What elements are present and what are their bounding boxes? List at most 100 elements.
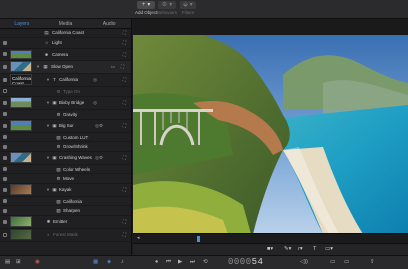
timeline-icon[interactable]: ▦: [93, 259, 98, 265]
play-icon[interactable]: ▶: [178, 259, 182, 265]
record-button[interactable]: ●: [155, 259, 158, 265]
lock-icon[interactable]: ⛶: [123, 219, 126, 224]
behaviors-button[interactable]: ⚙ ▾ Behaviors: [157, 1, 177, 16]
layer-row[interactable]: ⚙ Grow/Shrink: [0, 142, 131, 152]
filters-button[interactable]: ⬙ ▾ Filters: [180, 1, 196, 16]
audio-icon[interactable]: ♪: [121, 259, 124, 265]
layer-row[interactable]: ▨ California: [0, 197, 131, 207]
layer-checkbox[interactable]: [3, 155, 7, 160]
lock-icon[interactable]: ⛶: [123, 77, 126, 82]
lock-icon[interactable]: ⛶: [123, 52, 126, 57]
lock-icon[interactable]: ⛶: [123, 123, 126, 128]
layer-checkbox[interactable]: [3, 232, 7, 237]
mini-timeline[interactable]: ◂: [133, 233, 408, 243]
layer-row[interactable]: ⚙ Type On: [0, 87, 131, 97]
layer-view-icon[interactable]: ▤: [5, 259, 10, 265]
audio-mute-icon[interactable]: ◁)): [300, 259, 308, 265]
layer-checkbox[interactable]: [3, 135, 7, 140]
layer-checkbox[interactable]: [3, 64, 7, 69]
add-object-button[interactable]: + ▾ Add Object: [135, 1, 157, 16]
disclosure-triangle-icon[interactable]: ▼: [46, 123, 50, 128]
image-icon: ▣: [52, 155, 57, 161]
layer-checkbox[interactable]: [3, 144, 7, 149]
layer-row[interactable]: ◐ Forest Mask ⛶: [0, 229, 131, 242]
timecode-display[interactable]: 000054: [228, 257, 263, 268]
layer-checkbox[interactable]: [3, 176, 7, 181]
text-tool-icon[interactable]: T: [313, 246, 316, 252]
layer-checkbox[interactable]: [3, 100, 7, 105]
disclosure-triangle-icon[interactable]: ▼: [46, 100, 50, 105]
layer-checkbox[interactable]: [3, 52, 7, 57]
disclosure-triangle-icon[interactable]: ▼: [46, 77, 50, 82]
layer-row[interactable]: ▨ Sharpen: [0, 206, 131, 216]
loop-icon[interactable]: ⟲: [203, 259, 208, 265]
layer-thumbnail: [10, 120, 32, 132]
layer-checkbox[interactable]: [3, 40, 7, 45]
record-icon[interactable]: ◉: [35, 259, 40, 265]
project-icon: ▤: [44, 30, 49, 36]
layer-row[interactable]: ▼ ▣ Big Sur ◎⚙ ⛶: [0, 120, 131, 133]
lock-icon[interactable]: ⛶: [123, 232, 126, 237]
canvas-image[interactable]: [133, 35, 408, 234]
lock-icon[interactable]: ⛶: [121, 64, 124, 69]
layer-row[interactable]: ☼ Light ⛶: [0, 38, 131, 49]
add-object-label: Add Object: [135, 10, 158, 15]
filter-icon: ▨: [56, 166, 61, 172]
paint-tool-icon[interactable]: ɾ▾: [298, 246, 303, 252]
layer-row[interactable]: ▼ ▣ Crashing Waves ◎⚙ ⛶: [0, 152, 131, 165]
lock-icon[interactable]: ⛶: [123, 155, 126, 160]
layer-row[interactable]: California Coast ▼ T California ◎ ⛶: [0, 74, 131, 87]
lock-icon[interactable]: ⛶: [123, 100, 126, 105]
layer-options-icon[interactable]: ▭: [111, 64, 115, 70]
go-to-start-icon[interactable]: ⏮: [166, 259, 171, 266]
layer-checkbox[interactable]: [3, 123, 7, 128]
layer-checkbox[interactable]: [3, 219, 7, 224]
layer-checkbox[interactable]: [3, 208, 7, 213]
effect-indicator-icon[interactable]: ◎⚙: [95, 155, 103, 161]
layer-thumbnail: [10, 229, 32, 241]
layer-checkbox[interactable]: [3, 187, 7, 192]
disclosure-triangle-icon[interactable]: ▼: [46, 187, 50, 192]
view-options-icon-2[interactable]: ▭: [344, 259, 349, 265]
go-to-end-icon[interactable]: ⏭: [190, 259, 195, 266]
share-icon[interactable]: ⇪: [370, 259, 375, 265]
view-options-icon[interactable]: ▭: [330, 259, 335, 265]
disclosure-triangle-icon[interactable]: ▼: [36, 64, 40, 69]
in-point-icon[interactable]: ◂: [137, 235, 140, 241]
disclosure-triangle-icon[interactable]: ▼: [46, 155, 50, 160]
layer-checkbox[interactable]: [3, 112, 7, 117]
pen-tool-icon[interactable]: ✎▾: [284, 246, 291, 252]
layer-row[interactable]: ■ Camera ⛶: [0, 49, 131, 61]
lock-icon[interactable]: ⛶: [123, 40, 126, 45]
layer-thumbnail: [10, 49, 32, 59]
keyframe-icon[interactable]: ◈: [107, 259, 111, 265]
effect-indicator-icon[interactable]: ◎: [93, 100, 97, 106]
effect-indicator-icon[interactable]: ◎⚙: [95, 123, 103, 129]
layer-checkbox[interactable]: [3, 167, 7, 172]
mask-tool-icon[interactable]: ▭▾: [325, 246, 333, 252]
effect-indicator-icon[interactable]: ◎: [93, 77, 97, 83]
tab-audio[interactable]: Audio: [87, 19, 131, 28]
shape-tool-icon[interactable]: ■▾: [267, 246, 273, 252]
layer-checkbox[interactable]: [3, 199, 7, 204]
layer-row[interactable]: ▼ ▦ Slow Open ⛶ ▭: [0, 60, 131, 74]
grid-icon[interactable]: ⊞: [16, 259, 21, 265]
layer-row[interactable]: ▨ Color Wheels: [0, 165, 131, 175]
layer-row[interactable]: ⚙ Gravity: [0, 110, 131, 120]
layer-checkbox[interactable]: [3, 77, 7, 82]
layer-row[interactable]: ▼ ▣ Kayak ⛶: [0, 184, 131, 197]
playhead[interactable]: [197, 236, 200, 242]
lock-icon[interactable]: ⛶: [123, 30, 126, 35]
layer-row[interactable]: ⚙ Move: [0, 174, 131, 184]
lock-icon[interactable]: ⛶: [123, 187, 126, 192]
layer-name: Type On: [63, 88, 81, 94]
layer-row[interactable]: ▨ Custom LUT: [0, 133, 131, 143]
layer-row[interactable]: ✺ Emitter ⛶: [0, 216, 131, 229]
layers-panel: Layers Media Audio ▤ California Coast ⛶ …: [0, 19, 132, 255]
layer-row[interactable]: ▼ ▣ Bixby Bridge ◎ ⛶: [0, 97, 131, 110]
tab-media[interactable]: Media: [44, 19, 88, 28]
tab-layers[interactable]: Layers: [0, 19, 44, 28]
layer-row[interactable]: ▤ California Coast ⛶: [0, 29, 131, 38]
canvas-viewer[interactable]: [133, 19, 408, 234]
layer-checkbox[interactable]: [3, 89, 7, 94]
